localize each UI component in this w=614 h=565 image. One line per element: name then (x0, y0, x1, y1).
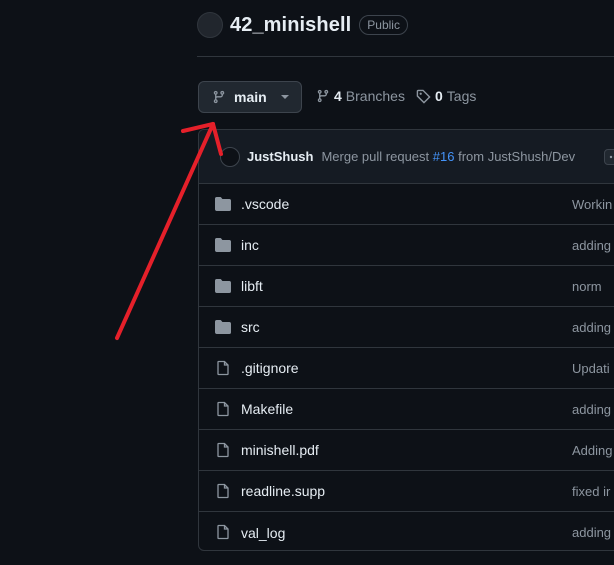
annotation-arrow (115, 122, 223, 340)
